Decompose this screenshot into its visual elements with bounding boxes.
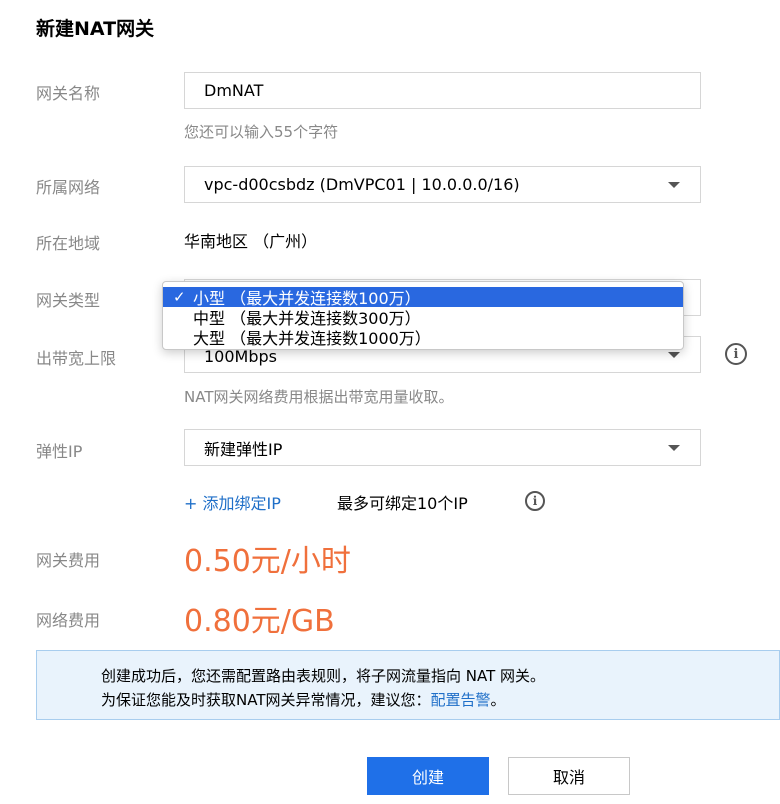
gateway-type-label: 网关类型	[36, 291, 101, 310]
eip-select[interactable]: 新建弹性IP	[184, 429, 701, 466]
notice-line-2-text: 为保证您能及时获取NAT网关异常情况，建议您：	[101, 691, 431, 709]
network-fee-label: 网络费用	[36, 611, 101, 630]
gateway-name-label: 网关名称	[36, 84, 101, 103]
bandwidth-label: 出带宽上限	[36, 349, 117, 368]
add-bind-ip-link[interactable]: + 添加绑定IP	[184, 490, 281, 514]
gateway-type-option-medium[interactable]: 中型 （最大并发连接数300万）	[163, 307, 683, 328]
cancel-button[interactable]: 取消	[508, 757, 630, 795]
notice-line-1: 创建成功后，您还需配置路由表规则，将子网流量指向 NAT 网关。	[101, 667, 546, 685]
notice-line-2-suffix: 。	[490, 691, 506, 709]
bandwidth-hint: NAT网关网络费用根据出带宽用量收取。	[184, 388, 454, 406]
gateway-name-value: DmNAT	[204, 81, 264, 100]
gateway-type-dropdown: ✓ 小型 （最大并发连接数100万） 中型 （最大并发连接数300万） 大型 （…	[162, 281, 684, 350]
vpc-value: vpc-d00csbdz (DmVPC01 | 10.0.0.0/16)	[204, 175, 520, 194]
region-label: 所在地域	[36, 234, 101, 253]
option-label: 大型 （最大并发连接数1000万）	[193, 329, 431, 348]
check-icon: ✓	[173, 288, 186, 306]
dialog-title: 新建NAT网关	[36, 18, 155, 40]
info-icon[interactable]: i	[525, 491, 545, 511]
eip-label: 弹性IP	[36, 442, 83, 461]
vpc-select[interactable]: vpc-d00csbdz (DmVPC01 | 10.0.0.0/16)	[184, 166, 701, 203]
chevron-down-icon	[668, 181, 680, 188]
notice-box: 创建成功后，您还需配置路由表规则，将子网流量指向 NAT 网关。 为保证您能及时…	[36, 650, 780, 720]
create-button[interactable]: 创建	[367, 757, 489, 795]
max-ip-text: 最多可绑定10个IP	[337, 494, 468, 513]
region-value: 华南地区 （广州）	[184, 232, 318, 251]
gateway-name-hint: 您还可以输入55个字符	[184, 123, 339, 141]
eip-value: 新建弹性IP	[204, 439, 283, 459]
gateway-name-input[interactable]: DmNAT	[184, 72, 701, 109]
vpc-label: 所属网络	[36, 178, 101, 197]
network-fee-value: 0.80元/GB	[184, 604, 335, 639]
info-icon[interactable]: i	[725, 343, 747, 365]
gateway-type-option-small[interactable]: ✓ 小型 （最大并发连接数100万）	[163, 287, 683, 308]
gateway-type-option-large[interactable]: 大型 （最大并发连接数1000万）	[163, 327, 683, 348]
chevron-down-icon	[668, 444, 680, 451]
gateway-fee-label: 网关费用	[36, 551, 101, 570]
notice-line-2: 为保证您能及时获取NAT网关异常情况，建议您：配置告警。	[101, 688, 779, 712]
gateway-fee-value: 0.50元/小时	[184, 544, 351, 579]
chevron-down-icon	[668, 351, 680, 358]
configure-alert-link[interactable]: 配置告警	[430, 691, 490, 709]
